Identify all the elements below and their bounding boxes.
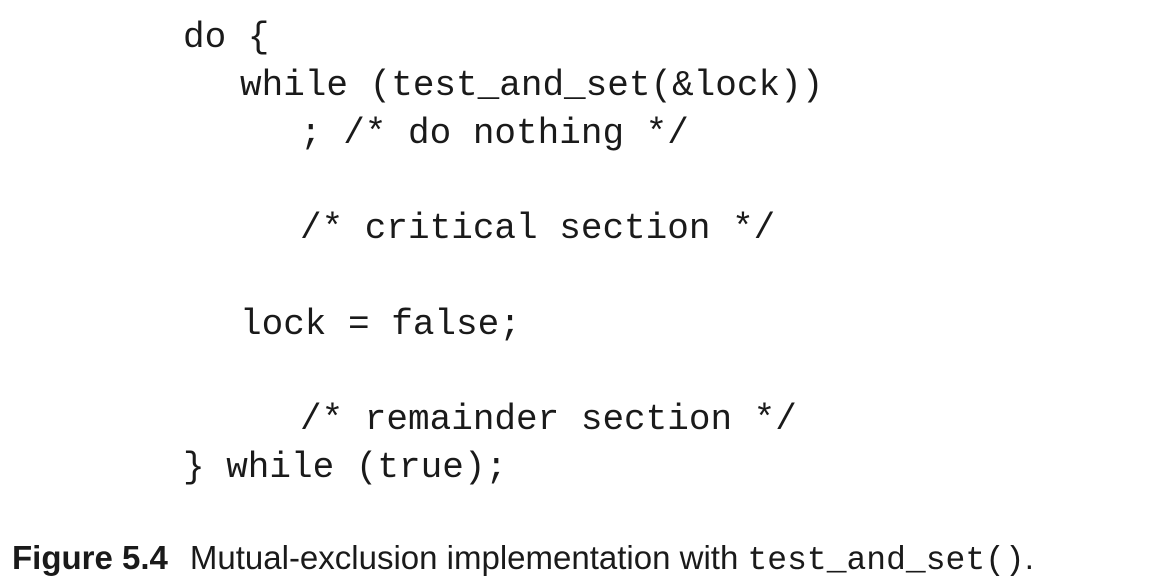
caption-text: Mutual-exclusion implementation with [189,539,748,576]
code-line-do-nothing: ; /* do nothing */ [300,113,689,154]
figure-caption: Figure 5.4 Mutual-exclusion implementatio… [12,538,1034,581]
code-line-while-test: while (test_and_set(&lock)) [240,65,824,106]
caption-end: . [1024,539,1034,576]
code-listing: do { while (test_and_set(&lock)) ; /* do… [0,0,1161,500]
code-line-release-lock: lock = false; [240,304,521,345]
code-line-critical-section: /* critical section */ [300,208,776,249]
figure-label: Figure 5.4 [12,539,168,576]
code-line-while-true: } while (true); [183,447,508,488]
code-line-remainder-section: /* remainder section */ [300,399,797,440]
caption-code: test_and_set() [747,542,1025,579]
code-line-do: do { [183,17,270,58]
